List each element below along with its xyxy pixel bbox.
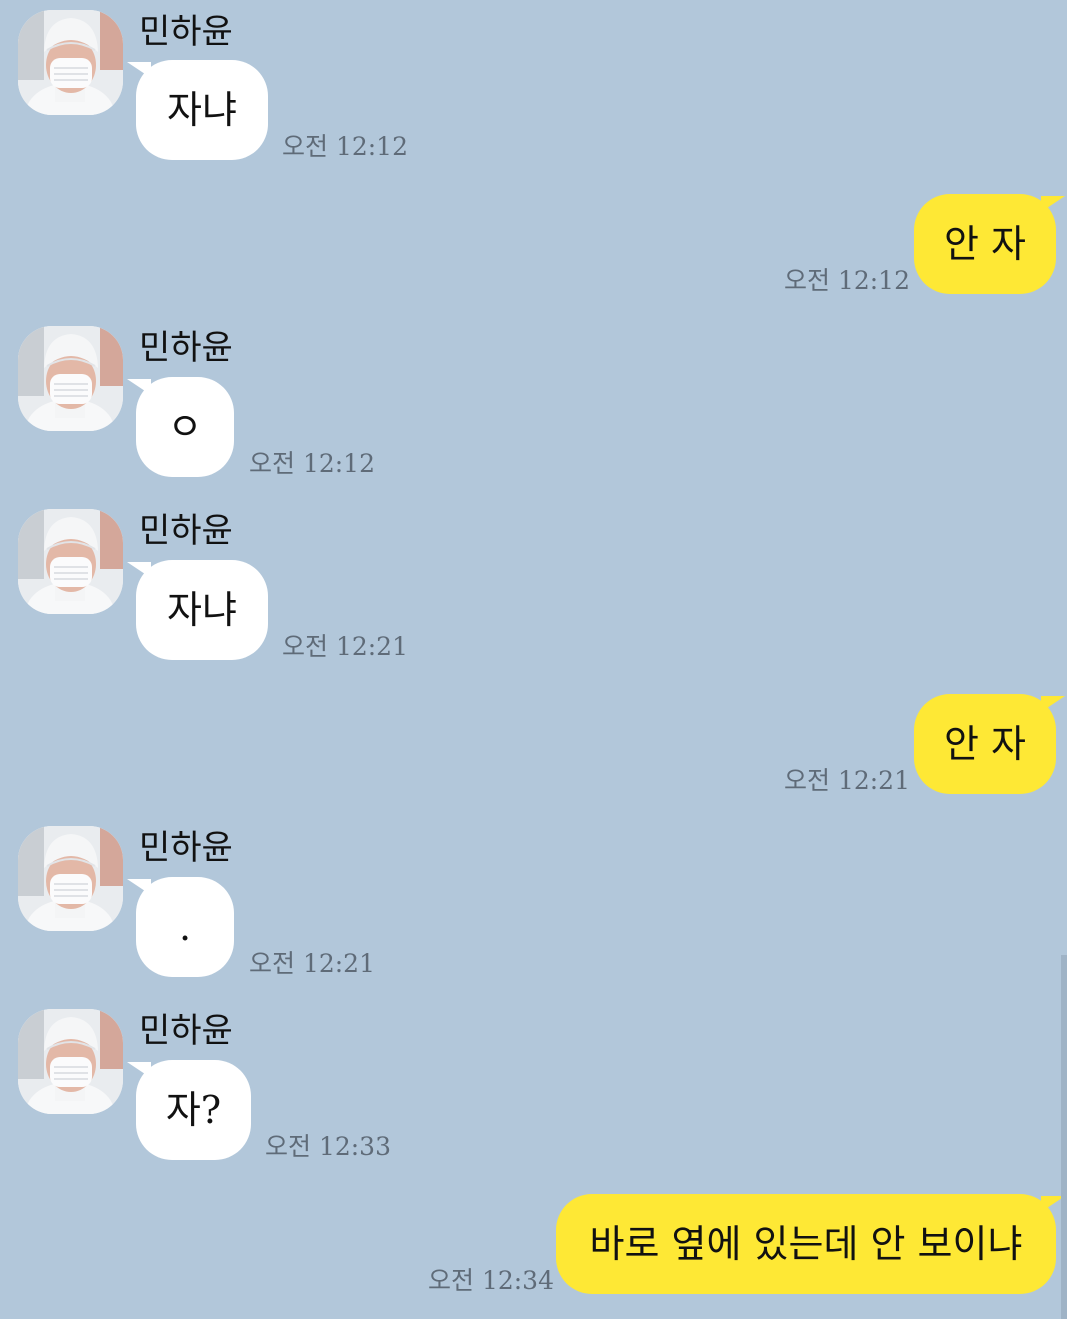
message-timestamp: 오전 12:21 [249, 949, 375, 978]
avatar[interactable] [18, 826, 123, 931]
message-timestamp: 오전 12:34 [428, 1266, 554, 1295]
sender-name: 민하윤 [139, 12, 233, 52]
incoming-message-bubble[interactable]: ㅇ [127, 377, 234, 477]
chat-area[interactable]: 민하윤 자냐 오전 12:12 안 자 오전 12:12 민하윤 ㅇ 오전 12:12 민하… [0, 0, 1067, 1319]
message-timestamp: 오전 12:21 [282, 632, 408, 661]
avatar[interactable] [18, 326, 123, 431]
avatar[interactable] [18, 1009, 123, 1114]
message-timestamp: 오전 12:33 [265, 1132, 391, 1161]
scrollbar[interactable] [1061, 955, 1067, 1319]
sender-name: 민하윤 [139, 511, 233, 551]
message-timestamp: 오전 12:12 [784, 266, 910, 295]
avatar[interactable] [18, 10, 123, 115]
sender-name: 민하윤 [139, 828, 233, 868]
avatar[interactable] [18, 509, 123, 614]
incoming-message-bubble[interactable]: 자냐 [127, 60, 268, 160]
outgoing-message-bubble[interactable]: 바로 옆에 있는데 안 보이냐 [556, 1194, 1065, 1294]
outgoing-message-bubble[interactable]: 안 자 [914, 694, 1065, 794]
sender-name: 민하윤 [139, 1011, 233, 1051]
message-timestamp: 오전 12:21 [784, 766, 910, 795]
incoming-message-bubble[interactable]: 자냐 [127, 560, 268, 660]
sender-name: 민하윤 [139, 328, 233, 368]
message-timestamp: 오전 12:12 [282, 132, 408, 161]
incoming-message-bubble[interactable]: 자? [127, 1060, 251, 1160]
message-timestamp: 오전 12:12 [249, 449, 375, 478]
incoming-message-bubble[interactable]: . [127, 877, 234, 977]
outgoing-message-bubble[interactable]: 안 자 [914, 194, 1065, 294]
